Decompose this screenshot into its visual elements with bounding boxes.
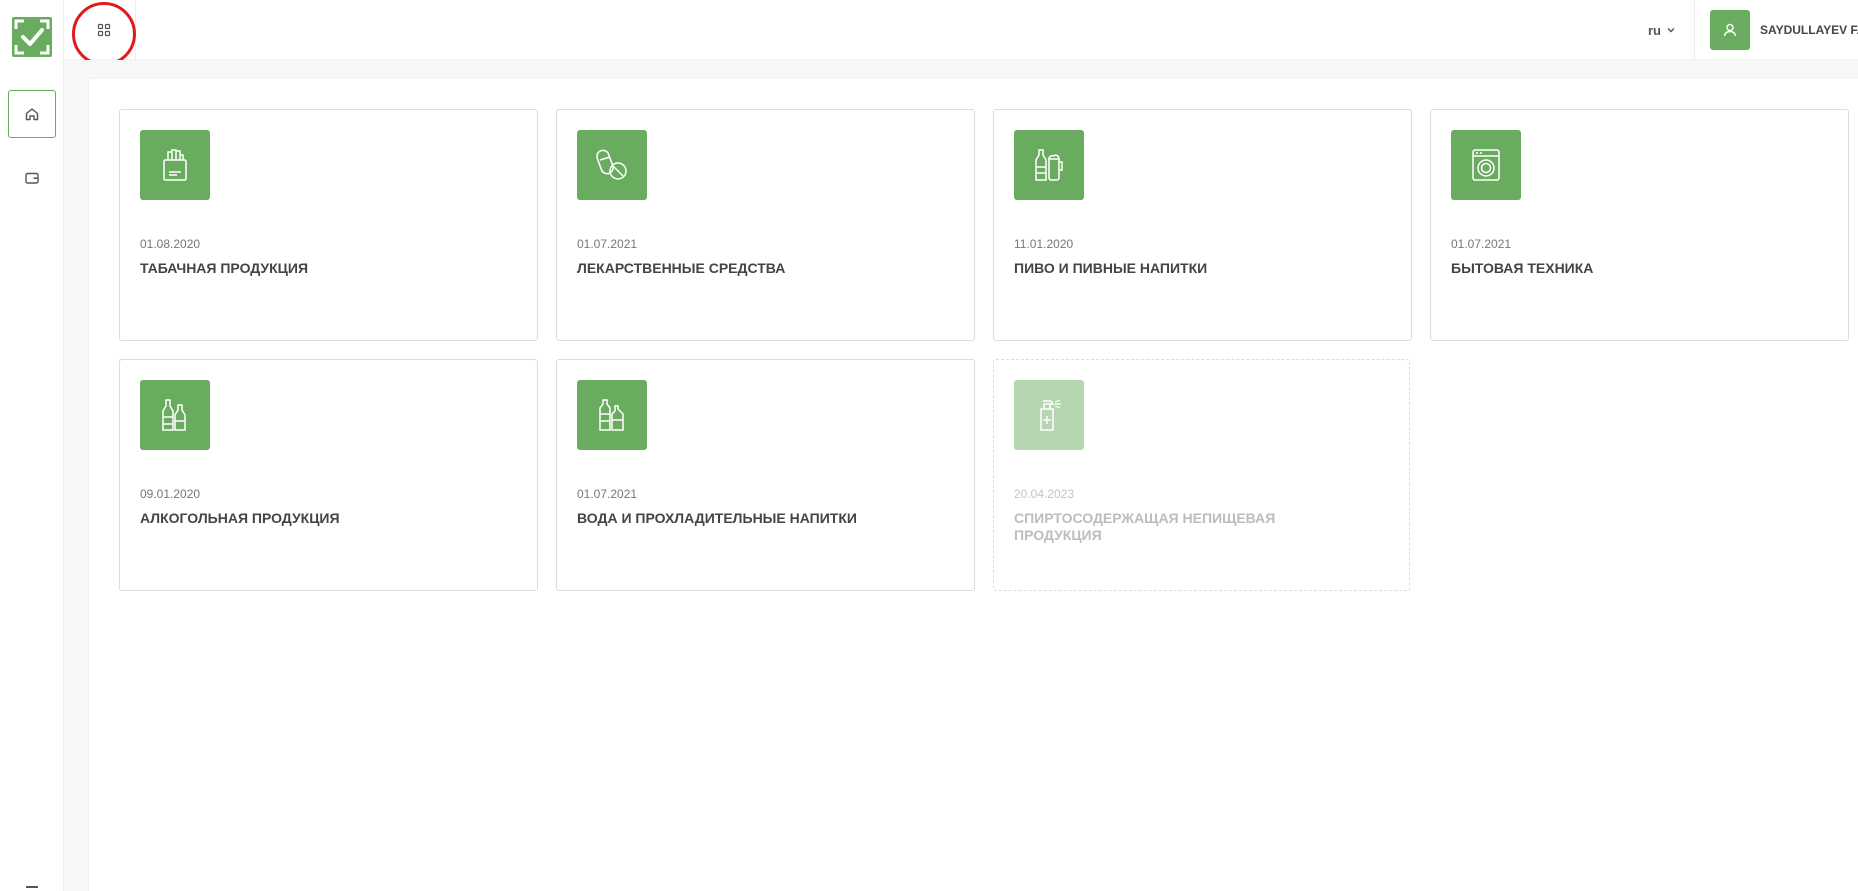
- sidebar-item-home[interactable]: [8, 90, 56, 138]
- card-title: ЛЕКАРСТВЕННЫЕ СРЕДСТВА: [577, 260, 786, 276]
- card-icon-wrapper: [1014, 130, 1084, 200]
- card-title: ТАБАЧНАЯ ПРОДУКЦИЯ: [140, 260, 309, 276]
- card-date: 01.07.2021: [577, 237, 638, 251]
- language-selector[interactable]: ru: [1648, 20, 1675, 40]
- card-date: 11.01.2020: [1014, 237, 1074, 251]
- card-date: 20.04.2023: [1014, 487, 1075, 501]
- card-date: 09.01.2020: [140, 487, 201, 501]
- card-icon-wrapper: [577, 130, 647, 200]
- cigarette-pack-icon: [163, 149, 187, 181]
- grid-icon: [97, 23, 110, 37]
- beer-icon: [1035, 149, 1063, 181]
- product-card-alcohol[interactable]: 09.01.2020 АЛКОГОЛЬНАЯ ПРОДУКЦИЯ: [119, 359, 538, 591]
- avatar: [1710, 10, 1750, 50]
- home-icon: [25, 108, 39, 121]
- product-card-appliances[interactable]: 01.07.2021 БЫТОВАЯ ТЕХНИКА: [1430, 109, 1849, 341]
- card-title: БЫТОВАЯ ТЕХНИКА: [1451, 260, 1594, 276]
- language-label: ru: [1648, 22, 1661, 38]
- product-card-beer[interactable]: 11.01.2020 ПИВО И ПИВНЫЕ НАПИТКИ: [993, 109, 1412, 341]
- card-icon-wrapper: [1014, 380, 1084, 450]
- user-icon: [1723, 23, 1737, 37]
- product-card-spirit-nonfood: 20.04.2023 СПИРТОСОДЕРЖАЩАЯ НЕПИЩЕВАЯ ПР…: [993, 359, 1410, 591]
- product-card-medicine[interactable]: 01.07.2021 ЛЕКАРСТВЕННЫЕ СРЕДСТВА: [556, 109, 975, 341]
- product-card-water[interactable]: 01.07.2021 ВОДА И ПРОХЛАДИТЕЛЬНЫЕ НАПИТК…: [556, 359, 975, 591]
- chevron-down-icon: [1667, 28, 1675, 33]
- app-logo[interactable]: [12, 17, 52, 57]
- user-menu[interactable]: SAYDULLAYEV F. S.: [1710, 10, 1858, 50]
- wallet-icon: [25, 172, 39, 184]
- card-icon-wrapper: [140, 380, 210, 450]
- washing-machine-icon: [1472, 149, 1500, 181]
- user-name: SAYDULLAYEV F. S.: [1760, 23, 1858, 37]
- card-title: СПИРТОСОДЕРЖАЩАЯ НЕПИЩЕВАЯ ПРОДУКЦИЯ: [1014, 510, 1276, 543]
- apps-menu-button[interactable]: [72, 0, 136, 60]
- card-date: 01.07.2021: [577, 487, 638, 501]
- card-title: ПИВО И ПИВНЫЕ НАПИТКИ: [1014, 260, 1208, 276]
- card-date: 01.07.2021: [1451, 237, 1512, 251]
- content-top-gutter: [64, 60, 1858, 78]
- top-bar: [64, 0, 1858, 60]
- water-bottles-icon: [599, 399, 624, 431]
- sidebar: [0, 0, 64, 891]
- card-title: АЛКОГОЛЬНАЯ ПРОДУКЦИЯ: [140, 510, 340, 526]
- card-icon-wrapper: [1451, 130, 1521, 200]
- sidebar-item-wallet[interactable]: [8, 154, 56, 202]
- sidebar-collapse-handle[interactable]: [26, 886, 38, 888]
- card-icon-wrapper: [140, 130, 210, 200]
- alcohol-bottles-icon: [162, 399, 186, 431]
- topbar-divider: [1694, 0, 1695, 60]
- content-left-gutter: [64, 60, 88, 891]
- main-content: 01.08.2020 ТАБАЧНАЯ ПРОДУКЦИЯ 01.07.2021…: [88, 78, 1858, 891]
- card-icon-wrapper: [577, 380, 647, 450]
- pill-icon: [596, 149, 627, 180]
- spray-bottle-icon: [1040, 399, 1061, 431]
- card-date: 01.08.2020: [140, 237, 201, 251]
- card-title: ВОДА И ПРОХЛАДИТЕЛЬНЫЕ НАПИТКИ: [577, 510, 857, 526]
- product-card-tobacco[interactable]: 01.08.2020 ТАБАЧНАЯ ПРОДУКЦИЯ: [119, 109, 538, 341]
